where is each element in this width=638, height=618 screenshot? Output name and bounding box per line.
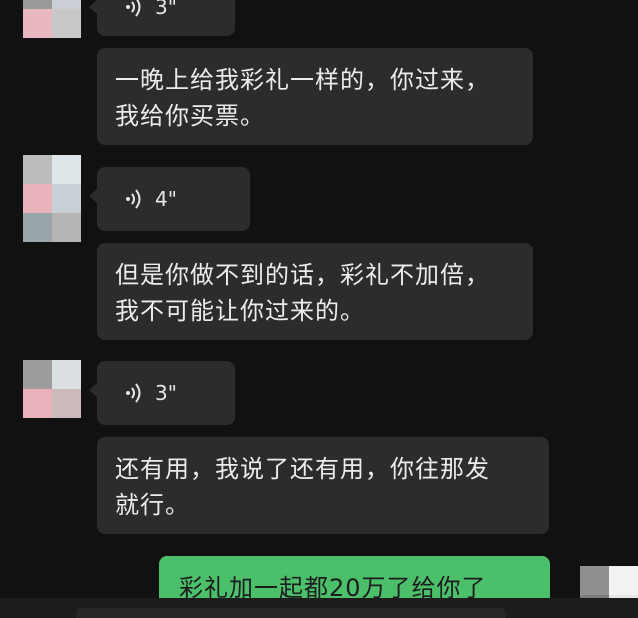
contact-avatar[interactable] [23,155,81,242]
input-field-edge[interactable] [76,608,506,618]
message-line: 我不可能让你过来的。 [115,297,365,325]
message-line: 我给你买票。 [115,102,265,130]
voice-duration: 3" [155,0,177,19]
text-message[interactable]: 但是你做不到的话，彩礼不加倍， 我不可能让你过来的。 [97,243,533,340]
voice-wave-icon [126,383,141,403]
voice-duration: 4" [155,187,177,211]
voice-message[interactable]: 4" [89,167,250,231]
chat-area: 3" 一晚上给我彩礼一样的，你过来， 我给你买票。 4" 但是你做不到的话，彩礼… [0,0,638,618]
message-line: 但是你做不到的话，彩礼不加倍， [115,261,490,289]
voice-duration: 3" [155,381,177,405]
message-line: 一晚上给我彩礼一样的，你过来， [115,66,490,94]
voice-wave-icon [126,189,141,209]
contact-avatar[interactable] [23,0,81,38]
voice-message[interactable]: 3" [89,0,235,36]
message-line: 还有用，我说了还有用，你往那发 [115,455,490,483]
text-message[interactable]: 还有用，我说了还有用，你往那发 就行。 [97,437,549,534]
voice-message[interactable]: 3" [89,361,235,425]
voice-wave-icon [126,0,141,17]
text-message[interactable]: 一晚上给我彩礼一样的，你过来， 我给你买票。 [97,48,533,145]
contact-avatar[interactable] [23,360,81,418]
message-line: 就行。 [115,491,190,519]
